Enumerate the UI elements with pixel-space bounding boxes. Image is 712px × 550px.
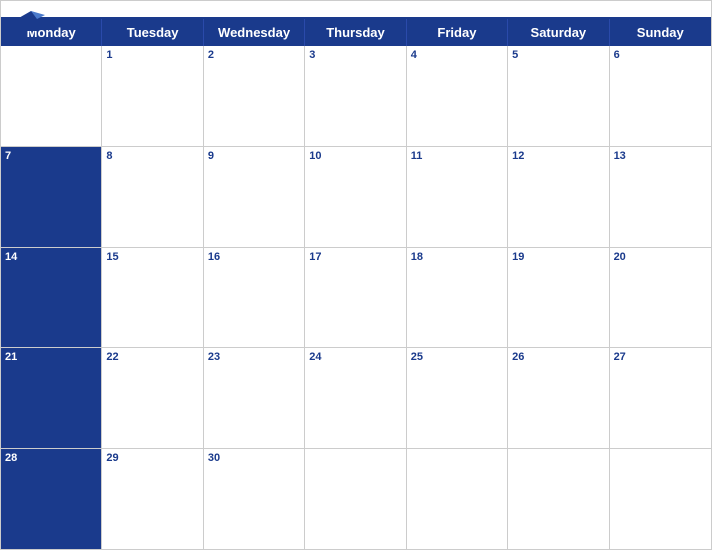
day-cell: 2 — [204, 46, 305, 146]
day-number: 5 — [512, 49, 518, 61]
day-cell: 1 — [102, 46, 203, 146]
day-number: 1 — [106, 49, 112, 61]
day-number: 22 — [106, 351, 118, 363]
day-cell: 17 — [305, 248, 406, 348]
day-cell: 22 — [102, 348, 203, 448]
day-cell: 3 — [305, 46, 406, 146]
week-row-1: 7 8 9 10 11 12 13 — [1, 147, 711, 248]
day-cell — [1, 46, 102, 146]
week-row-4: 28 29 30 — [1, 449, 711, 549]
day-number: 28 — [5, 452, 17, 464]
day-cell: 8 — [102, 147, 203, 247]
day-number: 3 — [309, 49, 315, 61]
day-number: 21 — [5, 351, 17, 363]
day-number: 7 — [5, 150, 11, 162]
day-cell — [305, 449, 406, 549]
day-number: 26 — [512, 351, 524, 363]
day-number: 24 — [309, 351, 321, 363]
day-number: 12 — [512, 150, 524, 162]
day-cell: 9 — [204, 147, 305, 247]
day-cell: 19 — [508, 248, 609, 348]
day-number: 20 — [614, 251, 626, 263]
week-row-3: 21 22 23 24 25 26 27 — [1, 348, 711, 449]
day-cell: 12 — [508, 147, 609, 247]
logo-bird-icon — [17, 9, 45, 33]
day-number: 15 — [106, 251, 118, 263]
day-number: 11 — [411, 150, 423, 162]
day-cell: 10 — [305, 147, 406, 247]
day-number: 10 — [309, 150, 321, 162]
day-number: 6 — [614, 49, 620, 61]
day-cell: 29 — [102, 449, 203, 549]
weeks-container: 1234567891011121314151617181920212223242… — [1, 46, 711, 549]
day-number: 19 — [512, 251, 524, 263]
day-cell — [407, 449, 508, 549]
day-number: 23 — [208, 351, 220, 363]
day-cell: 7 — [1, 147, 102, 247]
day-cell: 26 — [508, 348, 609, 448]
day-number: 2 — [208, 49, 214, 61]
day-header-sunday: Sunday — [610, 19, 711, 46]
day-cell: 5 — [508, 46, 609, 146]
day-number: 29 — [106, 452, 118, 464]
day-number: 13 — [614, 150, 626, 162]
logo — [17, 9, 48, 33]
day-number: 18 — [411, 251, 423, 263]
day-cell: 16 — [204, 248, 305, 348]
day-number: 17 — [309, 251, 321, 263]
day-cell: 30 — [204, 449, 305, 549]
day-cell: 20 — [610, 248, 711, 348]
day-number: 16 — [208, 251, 220, 263]
day-cell: 14 — [1, 248, 102, 348]
day-cell: 11 — [407, 147, 508, 247]
day-number: 30 — [208, 452, 220, 464]
day-cell: 13 — [610, 147, 711, 247]
day-number: 27 — [614, 351, 626, 363]
day-header-tuesday: Tuesday — [102, 19, 203, 46]
day-number: 4 — [411, 49, 417, 61]
day-cell: 27 — [610, 348, 711, 448]
calendar: MondayTuesdayWednesdayThursdayFridaySatu… — [0, 0, 712, 550]
day-number: 9 — [208, 150, 214, 162]
calendar-header — [1, 1, 711, 17]
day-cell: 25 — [407, 348, 508, 448]
day-number: 25 — [411, 351, 423, 363]
day-cell: 23 — [204, 348, 305, 448]
day-cell — [610, 449, 711, 549]
day-cell: 6 — [610, 46, 711, 146]
day-number: 8 — [106, 150, 112, 162]
day-cell — [508, 449, 609, 549]
day-header-thursday: Thursday — [305, 19, 406, 46]
day-cell: 21 — [1, 348, 102, 448]
day-cell: 18 — [407, 248, 508, 348]
day-cell: 24 — [305, 348, 406, 448]
day-header-friday: Friday — [407, 19, 508, 46]
day-cell: 4 — [407, 46, 508, 146]
day-header-wednesday: Wednesday — [204, 19, 305, 46]
day-cell: 15 — [102, 248, 203, 348]
day-header-saturday: Saturday — [508, 19, 609, 46]
week-row-2: 14 15 16 17 18 19 20 — [1, 248, 711, 349]
calendar-grid: MondayTuesdayWednesdayThursdayFridaySatu… — [1, 17, 711, 549]
day-number: 14 — [5, 251, 17, 263]
day-cell: 28 — [1, 449, 102, 549]
week-row-0: 1 2 3 4 5 6 — [1, 46, 711, 147]
day-headers-row: MondayTuesdayWednesdayThursdayFridaySatu… — [1, 19, 711, 46]
